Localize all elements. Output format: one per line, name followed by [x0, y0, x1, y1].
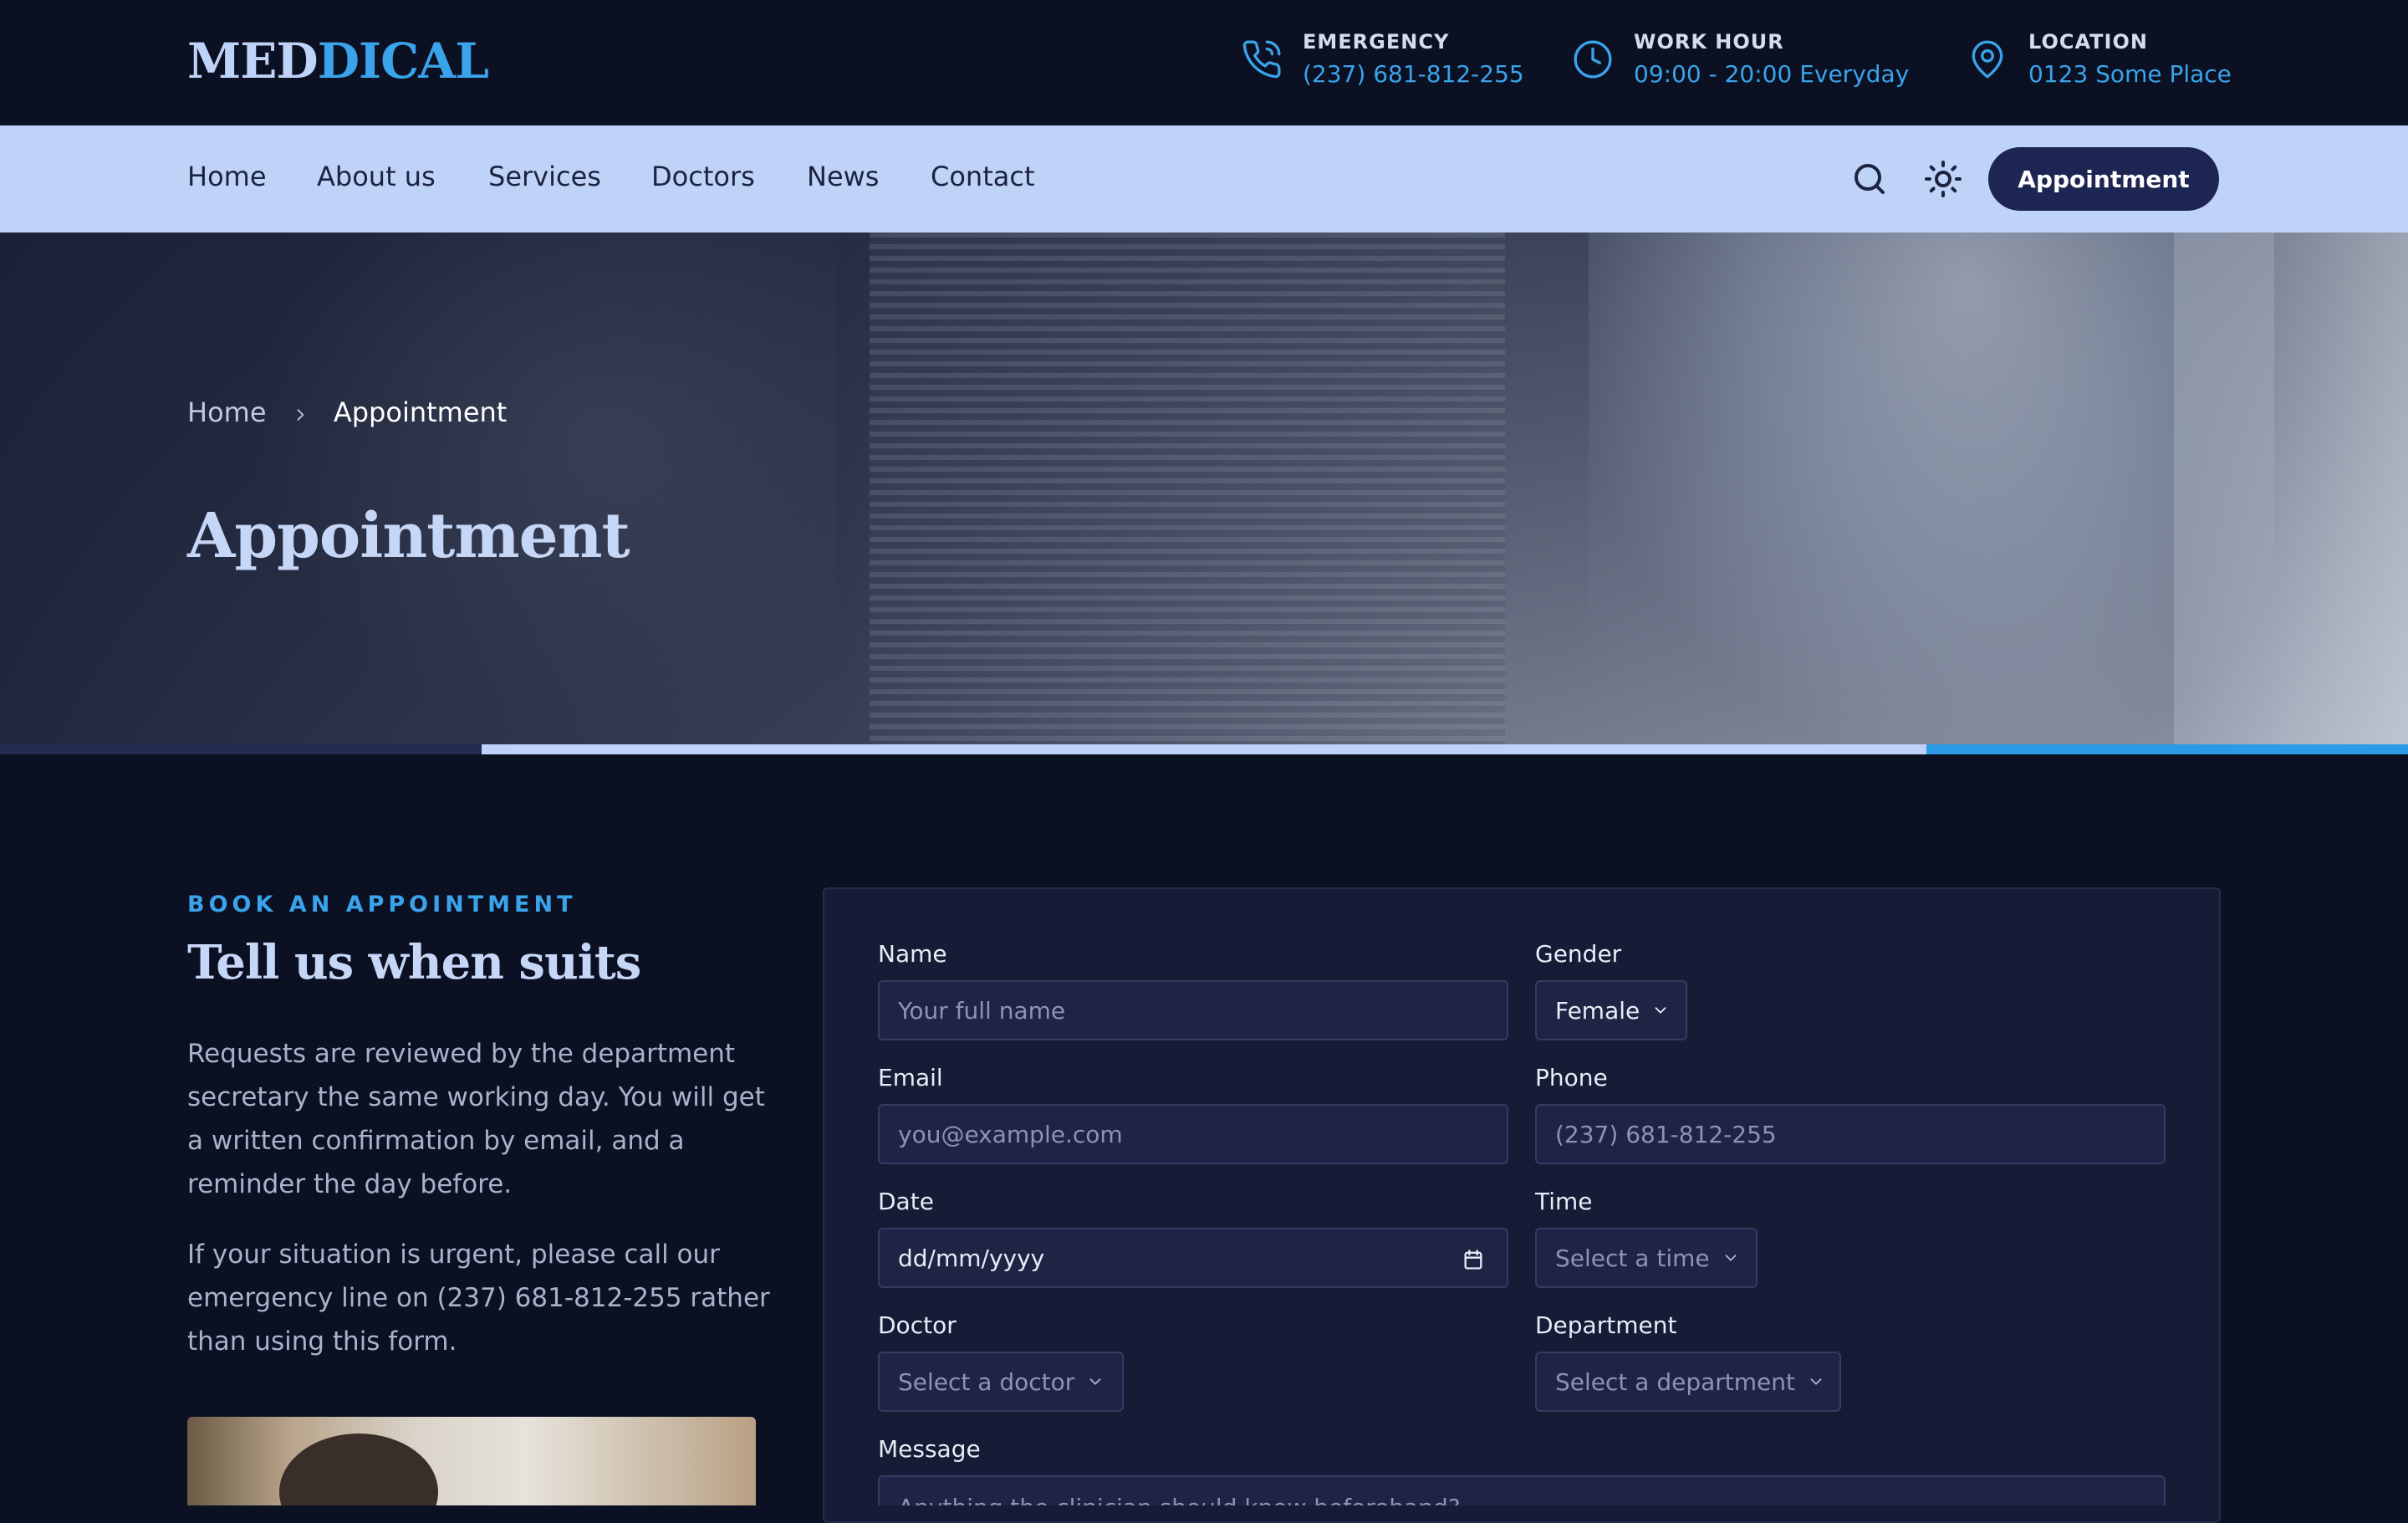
- date-label: Date: [878, 1188, 934, 1215]
- chevron-down-icon: [1810, 1378, 1822, 1385]
- page-title: Appointment: [187, 500, 630, 572]
- divider-stripe-dark: [0, 744, 482, 754]
- sun-icon[interactable]: [1923, 159, 1963, 199]
- email-input[interactable]: you@example.com: [878, 1104, 1508, 1164]
- section-eyebrow: BOOK AN APPOINTMENT: [187, 892, 577, 917]
- hero-photo-person: [251, 233, 836, 744]
- doctor-label: Doctor: [878, 1311, 957, 1339]
- phone-label: Phone: [1535, 1064, 1608, 1091]
- phone-icon: [1242, 40, 1281, 79]
- breadcrumb: Home Appointment: [187, 396, 507, 428]
- doctor-select[interactable]: Select a doctor: [878, 1352, 1124, 1412]
- time-select[interactable]: Select a time: [1535, 1228, 1758, 1288]
- top-bar: MEDDICAL EMERGENCY (237) 681-812-255 WOR…: [0, 0, 2408, 125]
- department-label: Department: [1535, 1311, 1677, 1339]
- emergency-phone[interactable]: (237) 681-812-255: [1303, 60, 1524, 88]
- department-select[interactable]: Select a department: [1535, 1352, 1841, 1412]
- message-textarea[interactable]: Anything the clinician should know befor…: [878, 1475, 2166, 1505]
- intro-paragraph: Requests are reviewed by the department …: [187, 1039, 765, 1199]
- hero-photo-doctor: [1589, 233, 2274, 744]
- chevron-down-icon: [1089, 1378, 1101, 1385]
- email-label: Email: [878, 1064, 943, 1091]
- gender-label: Gender: [1535, 940, 1622, 968]
- date-input[interactable]: dd/mm/yyyy: [878, 1228, 1508, 1288]
- search-icon[interactable]: [1849, 159, 1890, 199]
- work-hour-value: 09:00 - 20:00 Everyday: [1634, 60, 1910, 88]
- name-label: Name: [878, 940, 947, 968]
- breadcrumb-home[interactable]: Home: [187, 396, 267, 428]
- nav-doctors[interactable]: Doctors: [651, 161, 755, 192]
- nav-about-us[interactable]: About us: [317, 161, 436, 192]
- work-hour-label: WORK HOUR: [1634, 30, 1784, 54]
- nav-services[interactable]: Services: [488, 161, 601, 192]
- clock-icon: [1574, 40, 1612, 79]
- time-label: Time: [1535, 1188, 1593, 1215]
- hero-photo-window: [2174, 233, 2408, 744]
- chevron-down-icon: [1655, 1007, 1666, 1014]
- breadcrumb-current: Appointment: [333, 396, 508, 428]
- gender-select[interactable]: Female: [1535, 980, 1687, 1040]
- urgent-paragraph: If your situation is urgent, please call…: [187, 1239, 770, 1357]
- chevron-right-icon: [297, 409, 304, 421]
- chevron-down-icon: [1725, 1255, 1737, 1261]
- phone-input[interactable]: (237) 681-812-255: [1535, 1104, 2166, 1164]
- calendar-icon[interactable]: [1462, 1248, 1485, 1271]
- name-input[interactable]: Your full name: [878, 980, 1508, 1040]
- map-pin-icon: [1972, 40, 2003, 79]
- hero-photo-blinds: [870, 233, 1505, 744]
- clinic-photo: [187, 1417, 756, 1505]
- divider-stripe-accent: [1926, 744, 2408, 754]
- section-heading: Tell us when suits: [187, 935, 641, 990]
- logo[interactable]: MEDDICAL: [187, 32, 489, 90]
- emergency-label: EMERGENCY: [1303, 30, 1450, 54]
- hero-banner: Home Appointment Appointment: [0, 233, 2408, 744]
- nav-news[interactable]: News: [807, 161, 879, 192]
- location-label: LOCATION: [2028, 30, 2148, 54]
- message-label: Message: [878, 1435, 981, 1463]
- main-nav: Home About us Services Doctors News Cont…: [0, 125, 2408, 233]
- appointment-button[interactable]: Appointment: [1988, 147, 2219, 211]
- nav-home[interactable]: Home: [187, 161, 267, 192]
- nav-contact[interactable]: Contact: [931, 161, 1035, 192]
- divider-stripe-light: [482, 744, 1926, 754]
- location-value: 0123 Some Place: [2028, 60, 2232, 88]
